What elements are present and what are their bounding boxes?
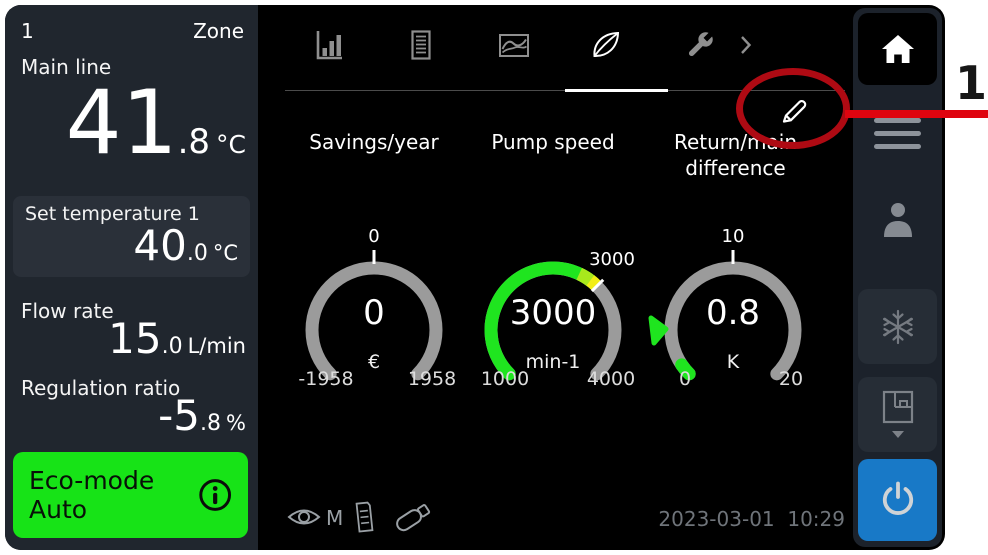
regulation-ratio-value: -5.8% [15,394,246,438]
chevron-right-icon [739,34,753,56]
leaf-icon [587,26,625,64]
device-screen: 1 Zone Main line 41.8°C Set temperature … [5,5,945,550]
zone-label: Zone [193,19,244,43]
sd-card-icon [351,498,377,536]
svg-text:0.8: 0.8 [706,293,760,333]
mode-letter: M [326,506,343,530]
active-tab-indicator [565,89,668,92]
user-button[interactable] [877,197,919,245]
menu-icon [874,118,921,123]
svg-text:10: 10 [722,226,745,247]
sidebar [853,8,942,547]
tab-settings[interactable] [678,23,722,67]
snowflake-icon [876,305,920,349]
clock: 2023-03-01 10:29 [595,507,845,531]
svg-text:3000: 3000 [510,293,597,333]
set-temperature-card[interactable]: Set temperature 1 40.0°C [13,196,250,277]
pencil-icon [778,93,812,127]
callout-label: 1 [955,60,987,106]
trend-chart-icon [495,27,533,63]
svg-text:20: 20 [779,368,803,390]
zones-button[interactable] [858,377,937,452]
svg-text:0: 0 [679,368,691,390]
power-icon [876,478,920,522]
bar-chart-icon [311,27,347,63]
gauge-pump-speed: 3000 min-11000 4000 3000 [463,225,643,435]
svg-text:3000: 3000 [589,249,635,270]
wrench-icon [682,27,718,63]
svg-text:-1958: -1958 [298,368,353,390]
tab-overflow[interactable] [733,23,759,67]
svg-text:4000: 4000 [587,368,635,390]
set-temperature-value: 40.0°C [25,224,238,268]
tab-report[interactable] [399,23,443,67]
gauge-savings: 0 € -1958 1958 0 [284,225,464,435]
callout-line [845,110,988,118]
eco-mode-label: Eco-mode Auto [29,466,196,524]
frost-protection-button[interactable] [858,289,937,364]
zones-icon [876,387,920,443]
zone-number: 1 [21,19,34,43]
flow-rate-value: 15.0L/min [15,317,246,361]
gauge-title-pump-speed: Pump speed [473,129,633,155]
svg-text:1958: 1958 [408,368,456,390]
user-icon [877,197,919,241]
tab-statistics[interactable] [307,23,351,67]
gauge-title-return-diff: Return/main difference [648,129,823,181]
menu-button[interactable] [874,118,921,157]
svg-text:min-1: min-1 [526,351,581,373]
zone-header: 1 Zone [21,19,244,43]
main-line-value: 41.8°C [15,79,246,167]
report-icon [403,27,439,63]
gauge-title-savings: Savings/year [294,129,454,155]
svg-text:€: € [368,351,380,373]
edit-button[interactable] [778,93,814,129]
eye-icon [286,504,322,530]
home-icon [879,32,917,66]
svg-text:0: 0 [368,226,379,247]
gauge-return-diff: 0.8 K 0 20 10 [643,225,823,435]
svg-text:0: 0 [363,293,385,333]
power-button[interactable] [858,459,937,541]
tab-trends[interactable] [492,23,536,67]
usb-icon [387,498,439,536]
info-icon [196,473,234,517]
zone-panel: 1 Zone Main line 41.8°C Set temperature … [5,5,258,550]
home-button[interactable] [858,13,937,85]
eco-mode-button[interactable]: Eco-mode Auto [13,452,248,538]
svg-text:K: K [727,351,740,373]
svg-text:1000: 1000 [481,368,529,390]
status-icons: M [286,497,439,537]
tab-eco[interactable] [584,23,628,67]
